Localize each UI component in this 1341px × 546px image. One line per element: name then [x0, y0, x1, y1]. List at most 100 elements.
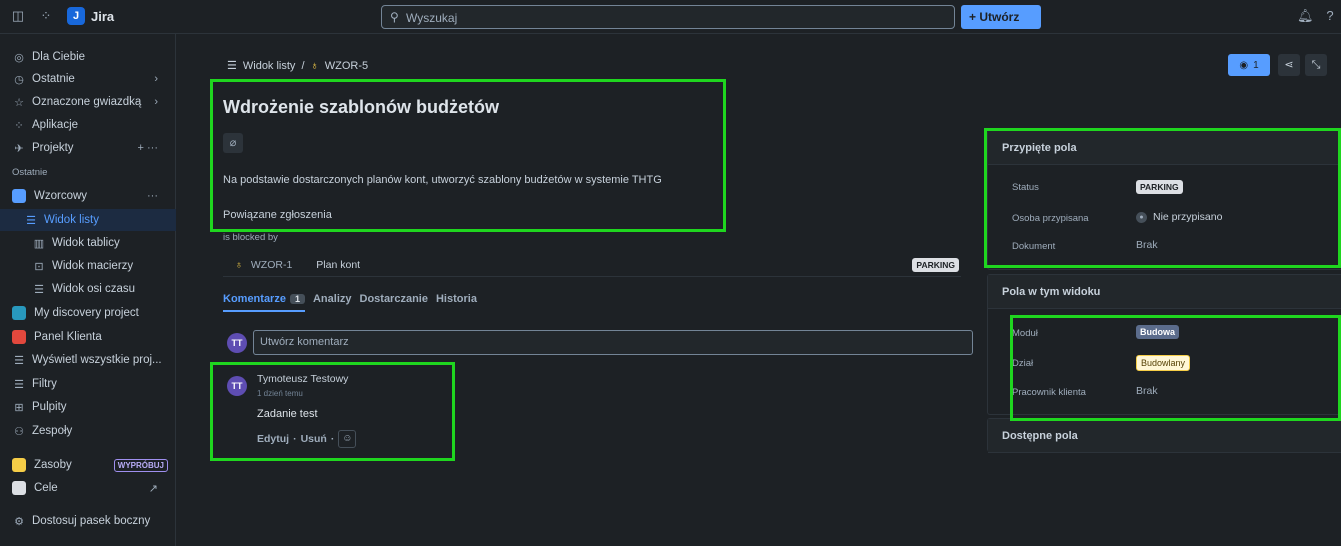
- client-worker-value[interactable]: Brak: [1136, 385, 1158, 397]
- list-icon: ☰: [26, 214, 36, 227]
- star-icon: ☆: [14, 96, 24, 109]
- board-icon: ▥: [33, 237, 45, 250]
- brand-name[interactable]: Jira: [91, 9, 114, 24]
- chevron-right-icon: ›: [154, 73, 158, 85]
- timeline-icon: ☰: [34, 283, 44, 296]
- emoji-icon: ☺: [342, 433, 353, 444]
- sidebar-item-client-panel[interactable]: Panel Klienta: [0, 326, 176, 348]
- comment-author[interactable]: Tymoteusz Testowy: [257, 373, 348, 385]
- activity-tabs: Komentarze 1 Analizy Dostarczanie Histori…: [223, 293, 477, 312]
- document-value[interactable]: Brak: [1136, 239, 1158, 251]
- tab-comments[interactable]: Komentarze 1: [223, 293, 305, 312]
- add-more-icon[interactable]: + ···: [138, 142, 158, 154]
- user-circle-icon: ◎: [14, 51, 24, 64]
- linked-issue-key[interactable]: WZOR-1: [251, 259, 292, 271]
- breadcrumb: ☰ Widok listy / ♁ WZOR-5: [227, 59, 368, 73]
- matrix-icon: ⊡: [34, 260, 44, 273]
- search-input[interactable]: ⚲ Wyszukaj: [381, 5, 955, 29]
- person-icon: ●: [1136, 211, 1147, 223]
- sidebar-item-discovery[interactable]: My discovery project: [0, 302, 176, 324]
- sidebar-item-apps[interactable]: ⁘ Aplikacje: [0, 114, 176, 136]
- linked-issue-row[interactable]: ♁ WZOR-1 Plan kont PARKING: [223, 253, 961, 277]
- project-icon: [12, 189, 26, 203]
- app-switcher-icon[interactable]: ⁘: [38, 8, 54, 24]
- available-fields-panel: Dostępne pola: [987, 418, 1341, 453]
- delete-comment-link[interactable]: Usuń: [301, 433, 327, 445]
- sidebar-item-starred[interactable]: ☆ Oznaczone gwiazdką ›: [0, 91, 176, 113]
- view-fields-heading[interactable]: Pola w tym widoku: [988, 275, 1341, 309]
- sidebar-item-projects[interactable]: ✈ Projekty + ···: [0, 137, 176, 159]
- module-value[interactable]: Budowa: [1136, 325, 1179, 339]
- sidebar-item-dashboards[interactable]: ⊞ Pulpity: [0, 396, 176, 418]
- top-navigation: ◫ ⁘ J Jira ⚲ Wyszukaj + Utwórz 🔔︎ ?: [0, 0, 1341, 34]
- view-fields-panel: Pola w tym widoku Moduł Budowa Dział Bud…: [987, 274, 1341, 415]
- tab-history[interactable]: Historia: [436, 293, 477, 312]
- sidebar-item-recent[interactable]: ◷ Ostatnie ›: [0, 68, 176, 90]
- more-icon[interactable]: ···: [147, 190, 158, 202]
- sidebar-item-list-view[interactable]: ☰ Widok listy: [0, 209, 176, 231]
- share-button[interactable]: ⋖: [1278, 54, 1300, 76]
- tab-delivery[interactable]: Dostarczanie: [360, 293, 428, 312]
- add-reaction-button[interactable]: ☺: [338, 430, 357, 448]
- sidebar-item-timeline-view[interactable]: ☰ Widok osi czasu: [0, 278, 176, 300]
- linked-issue-status[interactable]: PARKING: [912, 257, 959, 272]
- edit-comment-link[interactable]: Edytuj: [257, 433, 289, 445]
- sidebar-item-matrix-view[interactable]: ⊡ Widok macierzy: [0, 255, 176, 277]
- try-badge[interactable]: WYPRÓBUJ: [113, 458, 168, 472]
- collapse-icon: ⤡: [1311, 59, 1321, 71]
- breadcrumb-issue-key[interactable]: WZOR-5: [325, 60, 368, 72]
- linked-issue-name[interactable]: Plan kont: [316, 259, 360, 271]
- comment-input[interactable]: Utwórz komentarz: [253, 330, 973, 355]
- list-icon: ☰: [14, 354, 24, 367]
- chevron-right-icon: ›: [154, 96, 158, 108]
- available-fields-heading[interactable]: Dostępne pola: [988, 419, 1341, 453]
- goal-icon: [12, 481, 26, 495]
- sidebar-item-for-you[interactable]: ◎ Dla Ciebie: [0, 46, 176, 68]
- watch-button[interactable]: ◉ 1: [1228, 54, 1270, 76]
- sidebar-item-show-all[interactable]: ☰ Wyświetl wszystkie proj...: [0, 349, 176, 371]
- bell-icon[interactable]: 🔔︎: [1297, 8, 1314, 24]
- issue-title[interactable]: Wdrożenie szablonów budżetów: [223, 97, 499, 118]
- comment-time: 1 dzień temu: [257, 389, 303, 398]
- collapse-button[interactable]: ⤡: [1305, 54, 1327, 76]
- list-icon: ☰: [227, 60, 237, 72]
- sidebar-item-teams[interactable]: ⚇ Zespoły: [0, 420, 176, 442]
- sidebar-item-filters[interactable]: ☰ Filtry: [0, 373, 176, 395]
- comment-avatar: TT: [227, 376, 247, 396]
- create-button[interactable]: + Utwórz: [961, 5, 1041, 29]
- tab-analyses[interactable]: Analizy: [313, 293, 352, 312]
- assignee-field[interactable]: ● Nie przypisano: [1136, 211, 1222, 223]
- rocket-icon: ✈: [14, 142, 24, 155]
- sidebar-item-board-view[interactable]: ▥ Widok tablicy: [0, 232, 176, 254]
- issue-description[interactable]: Na podstawie dostarczonych planów kont, …: [223, 174, 662, 186]
- share-icon: ⋖: [1284, 59, 1294, 71]
- assignee-value: Nie przypisano: [1153, 211, 1223, 223]
- comment-actions: Edytuj · Usuń · ☺: [257, 430, 357, 448]
- sidebar-toggle-icon[interactable]: ◫: [10, 8, 26, 24]
- project-icon: [12, 306, 26, 320]
- sidebar-item-goals[interactable]: Cele ↗: [0, 477, 176, 499]
- document-label: Dokument: [1012, 241, 1056, 252]
- assignee-label: Osoba przypisana: [1012, 213, 1089, 224]
- attach-button[interactable]: ⌀: [223, 133, 243, 153]
- client-worker-label: Pracownik klienta: [1012, 387, 1086, 398]
- eye-icon: ◉: [1239, 59, 1249, 71]
- breadcrumb-list-view[interactable]: Widok listy: [243, 60, 296, 72]
- search-icon: ⚲: [390, 10, 399, 24]
- dashboard-icon: ⊞: [14, 401, 24, 414]
- pinned-fields-heading[interactable]: Przypięte pola: [988, 131, 1341, 165]
- sidebar-item-assets[interactable]: Zasoby WYPRÓBUJ: [0, 454, 176, 476]
- sidebar-item-wzorcowy[interactable]: Wzorcowy ···: [0, 185, 176, 207]
- status-value[interactable]: PARKING: [1136, 180, 1183, 194]
- comments-count: 1: [289, 294, 305, 304]
- sidebar: ◎ Dla Ciebie ◷ Ostatnie › ☆ Oznaczone gwiazd…: [0, 34, 176, 546]
- assets-icon: [12, 458, 26, 472]
- help-icon[interactable]: ?: [1322, 8, 1338, 24]
- department-value[interactable]: Budowlany: [1136, 355, 1191, 371]
- sidebar-item-customize[interactable]: ⚙ Dostosuj pasek boczny: [0, 510, 176, 532]
- settings-sliders-icon: ⚙: [14, 515, 24, 528]
- jira-logo-icon[interactable]: J: [67, 7, 85, 25]
- module-label: Moduł: [1012, 328, 1038, 339]
- department-label: Dział: [1012, 358, 1034, 369]
- bulb-icon: ♁: [235, 258, 243, 271]
